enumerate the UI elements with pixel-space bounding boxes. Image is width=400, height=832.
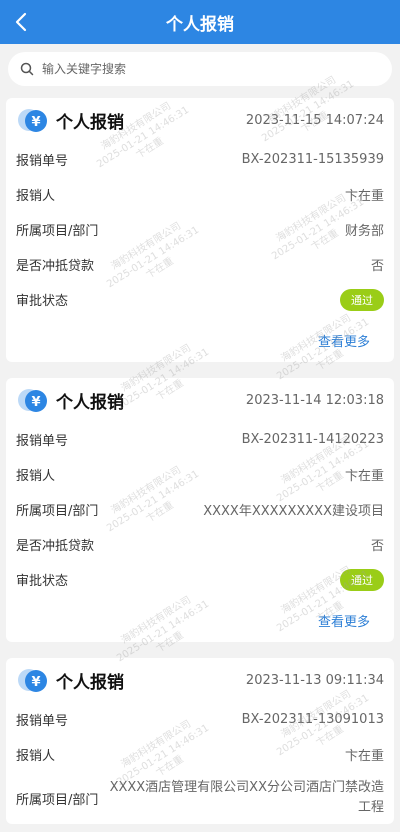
yen-coin-icon: ¥ [18, 669, 47, 692]
value-number: BX-202311-13091013 [241, 712, 384, 727]
card-title: 个人报销 [56, 392, 124, 413]
status-badge: 通过 [340, 568, 384, 591]
search-box[interactable] [8, 52, 392, 86]
row-person: 报销人 卞在重 [16, 457, 384, 492]
value-project: XXXX酒店管理有限公司XX分公司酒店门禁改造工程 [109, 780, 384, 815]
search-input[interactable] [42, 62, 380, 76]
label-offset: 是否冲抵贷款 [16, 259, 95, 274]
search-icon [20, 62, 34, 76]
row-number: 报销单号 BX-202311-14120223 [16, 422, 384, 457]
view-more-link[interactable]: 查看更多 [318, 615, 370, 630]
status-badge: 通过 [340, 288, 384, 311]
app-header: 个人报销 [0, 0, 400, 44]
value-offset: 否 [370, 259, 384, 274]
card-header: ¥ 个人报销 2023-11-13 09:11:34 [16, 658, 384, 702]
value-person: 卞在重 [344, 749, 384, 764]
label-number: 报销单号 [16, 434, 69, 449]
card-title: 个人报销 [56, 672, 124, 693]
reimbursement-card[interactable]: ¥ 个人报销 2023-11-14 12:03:18 报销单号 BX-20231… [6, 378, 394, 642]
row-status: 审批状态 通过 [16, 562, 384, 597]
row-number: 报销单号 BX-202311-13091013 [16, 702, 384, 737]
card-date: 2023-11-13 09:11:34 [245, 672, 384, 688]
label-project: 所属项目/部门 [16, 792, 99, 808]
label-project: 所属项目/部门 [16, 504, 99, 519]
svg-text:¥: ¥ [31, 395, 40, 410]
label-offset: 是否冲抵贷款 [16, 539, 95, 554]
more-container: 查看更多 [16, 317, 384, 362]
more-container: 查看更多 [16, 597, 384, 642]
value-person: 卞在重 [344, 469, 384, 484]
label-number: 报销单号 [16, 714, 69, 729]
label-status: 审批状态 [16, 574, 69, 589]
row-number: 报销单号 BX-202311-15135939 [16, 142, 384, 177]
label-person: 报销人 [16, 749, 56, 764]
yen-coin-icon: ¥ [18, 109, 47, 132]
card-date: 2023-11-15 14:07:24 [245, 112, 384, 128]
label-person: 报销人 [16, 189, 56, 204]
page-title: 个人报销 [166, 14, 234, 35]
value-offset: 否 [370, 539, 384, 554]
row-project: 所属项目/部门 XXXX年XXXXXXXXX建设项目 [16, 492, 384, 527]
value-number: BX-202311-14120223 [241, 432, 384, 447]
svg-text:¥: ¥ [31, 675, 40, 690]
row-offset: 是否冲抵贷款 否 [16, 527, 384, 562]
row-person: 报销人 卞在重 [16, 177, 384, 212]
row-status: 审批状态 通过 [16, 282, 384, 317]
label-project: 所属项目/部门 [16, 224, 99, 239]
label-status: 审批状态 [16, 294, 69, 309]
view-more-link[interactable]: 查看更多 [318, 335, 370, 350]
row-project: 所属项目/部门 财务部 [16, 212, 384, 247]
yen-coin-icon: ¥ [18, 389, 47, 412]
card-title: 个人报销 [56, 112, 124, 133]
value-number: BX-202311-15135939 [241, 152, 384, 167]
row-offset: 是否冲抵贷款 否 [16, 247, 384, 282]
label-person: 报销人 [16, 469, 56, 484]
value-project: XXXX年XXXXXXXXX建设项目 [203, 504, 384, 519]
reimbursement-card[interactable]: ¥ 个人报销 2023-11-15 14:07:24 报销单号 BX-20231… [6, 98, 394, 362]
card-header: ¥ 个人报销 2023-11-14 12:03:18 [16, 378, 384, 422]
search-bar [0, 44, 400, 92]
row-project: 所属项目/部门 XXXX酒店管理有限公司XX分公司酒店门禁改造工程 [16, 772, 384, 824]
label-number: 报销单号 [16, 154, 69, 169]
reimbursement-card[interactable]: ¥ 个人报销 2023-11-13 09:11:34 报销单号 BX-20231… [6, 658, 394, 824]
row-person: 报销人 卞在重 [16, 737, 384, 772]
card-date: 2023-11-14 12:03:18 [245, 392, 384, 408]
card-header: ¥ 个人报销 2023-11-15 14:07:24 [16, 98, 384, 142]
svg-text:¥: ¥ [31, 115, 40, 130]
value-project: 财务部 [344, 224, 384, 239]
value-person: 卞在重 [344, 189, 384, 204]
back-chevron-icon[interactable] [12, 10, 32, 34]
